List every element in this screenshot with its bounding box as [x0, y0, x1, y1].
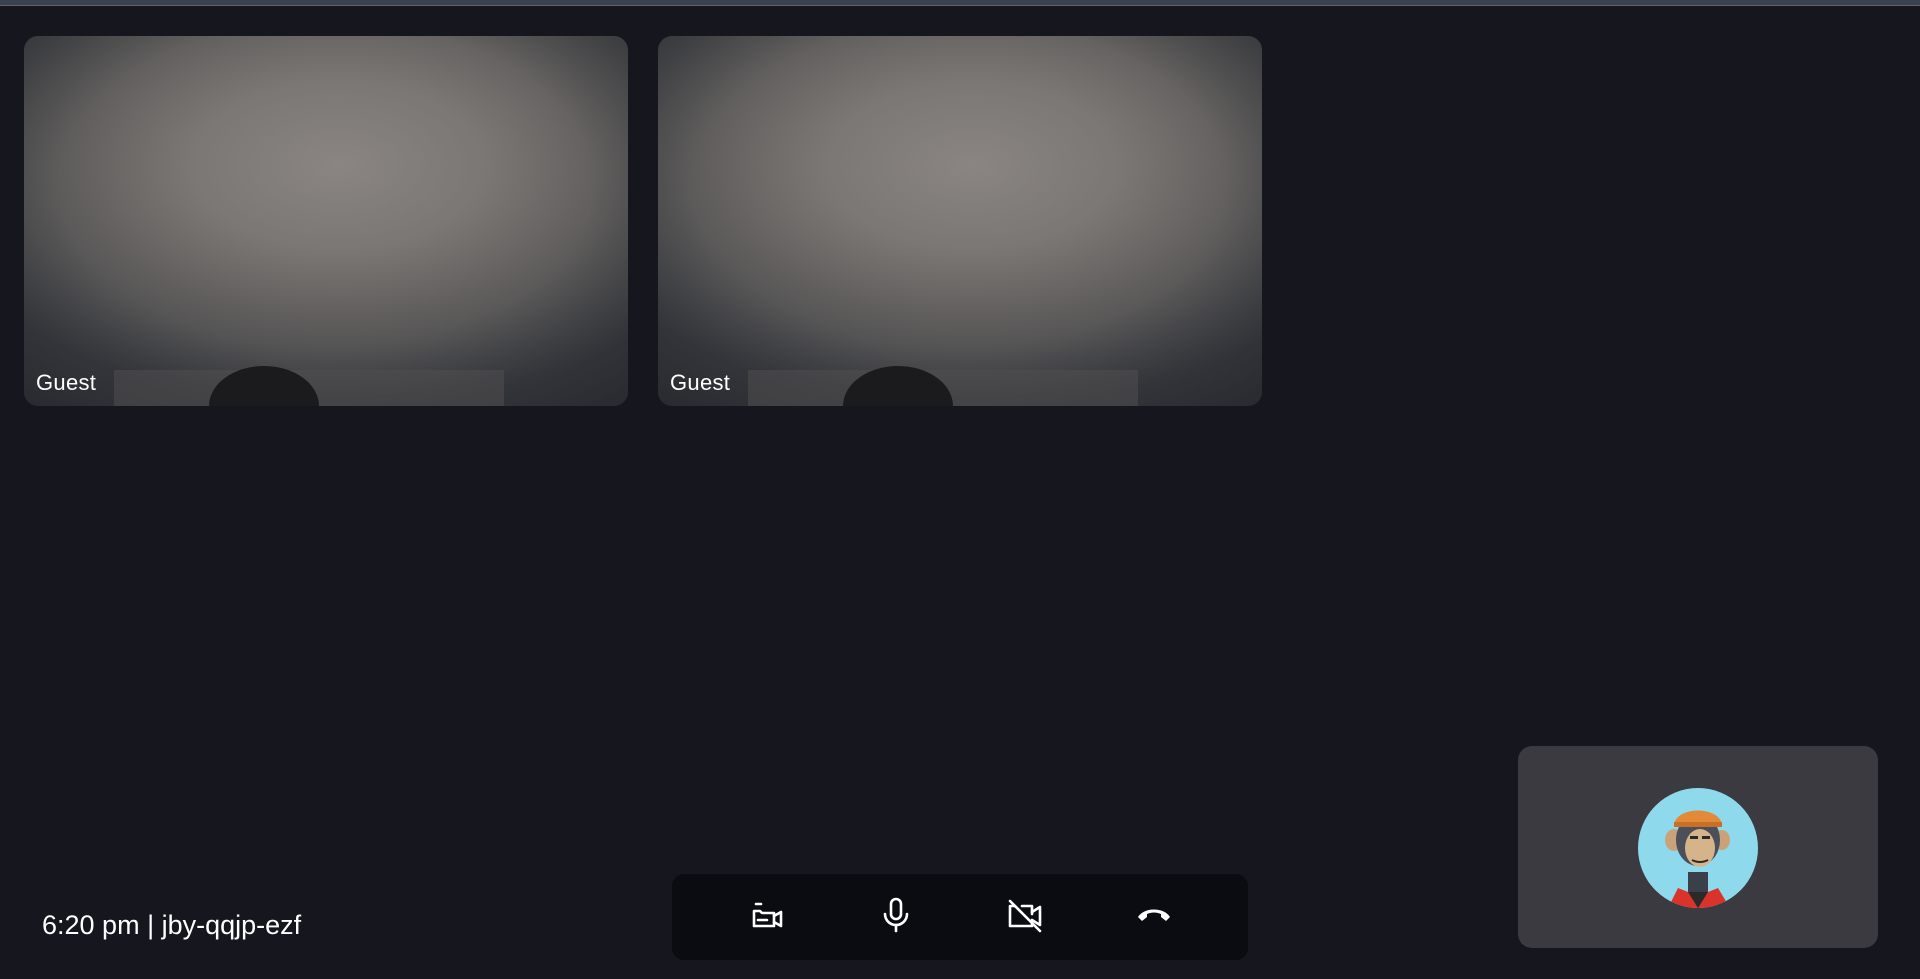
window-top-border	[0, 0, 1920, 6]
switch-camera-icon	[747, 895, 787, 940]
camera-toggle-button[interactable]	[997, 889, 1053, 945]
participant-video-tile[interactable]: Guest	[24, 36, 628, 406]
video-feed	[24, 36, 628, 406]
participant-video-tile[interactable]: Guest	[658, 36, 1262, 406]
meeting-info-separator: |	[147, 910, 155, 940]
end-call-button[interactable]	[1126, 889, 1182, 945]
end-call-icon	[1134, 895, 1174, 940]
camera-off-icon	[1005, 895, 1045, 940]
self-view-tile[interactable]	[1518, 746, 1878, 948]
switch-camera-button[interactable]	[739, 889, 795, 945]
participant-name-label: Guest	[670, 370, 731, 395]
meeting-code: jby-qqjp-ezf	[161, 910, 302, 940]
participant-name-label: Guest	[36, 370, 97, 395]
microphone-button[interactable]	[868, 889, 924, 945]
video-feed	[658, 36, 1262, 406]
avatar	[1638, 788, 1758, 908]
microphone-icon	[876, 895, 916, 940]
call-controls-bar	[672, 874, 1248, 960]
meeting-time: 6:20 pm	[42, 910, 140, 940]
meeting-info: 6:20 pm | jby-qqjp-ezf	[42, 910, 301, 941]
